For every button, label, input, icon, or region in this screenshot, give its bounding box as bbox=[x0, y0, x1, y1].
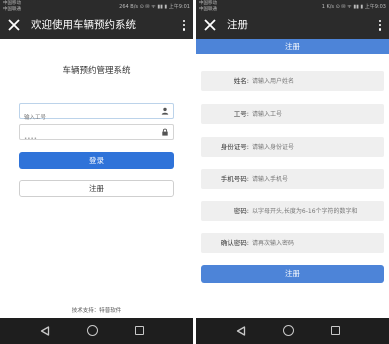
more-vertical-icon[interactable] bbox=[377, 18, 383, 34]
close-icon[interactable] bbox=[6, 17, 22, 33]
close-icon[interactable] bbox=[202, 17, 218, 33]
phone-field-row: 手机号码: bbox=[201, 169, 384, 189]
lock-icon bbox=[162, 128, 168, 136]
carrier-line-1: 中国移动 bbox=[3, 1, 21, 6]
more-vertical-icon[interactable] bbox=[181, 18, 187, 34]
status-indicators: 264 B/s ⊙ ✉ ᯤ ▮▮ ▮ 上午9:01 bbox=[119, 4, 190, 10]
carrier-info: 中国移动 中国联通 bbox=[3, 1, 21, 12]
navigation-bar bbox=[0, 318, 193, 344]
phone-label: 手机号码: bbox=[220, 175, 249, 183]
recent-square-icon[interactable] bbox=[135, 326, 144, 335]
password-label: 密码: bbox=[233, 207, 249, 215]
username-field bbox=[19, 103, 174, 125]
status-indicators: 1 K/s ⊙ ✉ ᯤ ▮▮ ▮ 上午9:03 bbox=[321, 4, 386, 10]
app-title: 车辆预约管理系统 bbox=[62, 66, 131, 76]
password-input[interactable] bbox=[252, 204, 383, 218]
submit-register-button[interactable]: 注册 bbox=[201, 265, 384, 283]
confirm-password-field-row: 确认密码: bbox=[201, 233, 384, 253]
id-card-label: 身份证号: bbox=[220, 143, 249, 151]
register-screen: 中国移动 中国联通 1 K/s ⊙ ✉ ᯤ ▮▮ ▮ 上午9:03 注册 注册 … bbox=[196, 0, 389, 344]
username-input[interactable] bbox=[20, 111, 140, 125]
support-text: 技术支持：特普软件 bbox=[71, 308, 122, 314]
carrier-line-1: 中国移动 bbox=[199, 1, 217, 6]
recent-square-icon[interactable] bbox=[331, 326, 340, 335]
status-bar: 中国移动 中国联通 264 B/s ⊙ ✉ ᯤ ▮▮ ▮ 上午9:01 bbox=[0, 0, 193, 13]
password-input[interactable] bbox=[20, 132, 140, 146]
carrier-line-2: 中国联通 bbox=[3, 6, 21, 12]
confirm-password-input[interactable] bbox=[252, 236, 383, 250]
carrier-info: 中国移动 中国联通 bbox=[199, 1, 217, 12]
name-input[interactable] bbox=[252, 74, 383, 88]
back-triangle-icon[interactable] bbox=[40, 326, 50, 336]
confirm-password-label: 确认密码: bbox=[220, 239, 249, 247]
toolbar: 欢迎使用车辆预约系统 bbox=[0, 13, 193, 39]
toolbar-title: 欢迎使用车辆预约系统 bbox=[31, 19, 136, 31]
navigation-bar bbox=[196, 318, 389, 344]
register-button[interactable]: 注册 bbox=[19, 180, 174, 197]
name-field-row: 姓名: bbox=[201, 71, 384, 91]
employee-id-field-row: 工号: bbox=[201, 104, 384, 124]
password-field-row: 密码: bbox=[201, 201, 384, 221]
register-header: 注册 bbox=[196, 39, 389, 54]
home-circle-icon[interactable] bbox=[283, 325, 294, 336]
carrier-line-2: 中国联通 bbox=[199, 6, 217, 12]
id-card-input[interactable] bbox=[252, 140, 383, 154]
employee-id-input[interactable] bbox=[252, 107, 383, 121]
toolbar-title: 注册 bbox=[227, 19, 248, 31]
status-bar: 中国移动 中国联通 1 K/s ⊙ ✉ ᯤ ▮▮ ▮ 上午9:03 bbox=[196, 0, 389, 13]
employee-id-label: 工号: bbox=[233, 110, 249, 118]
password-field bbox=[19, 124, 174, 146]
home-circle-icon[interactable] bbox=[87, 325, 98, 336]
login-button[interactable]: 登录 bbox=[19, 152, 174, 169]
toolbar: 注册 bbox=[196, 13, 389, 39]
name-label: 姓名: bbox=[233, 77, 249, 85]
phone-input[interactable] bbox=[252, 172, 383, 186]
back-triangle-icon[interactable] bbox=[236, 326, 246, 336]
login-screen: 中国移动 中国联通 264 B/s ⊙ ✉ ᯤ ▮▮ ▮ 上午9:01 欢迎使用… bbox=[0, 0, 193, 344]
user-icon bbox=[161, 107, 169, 115]
id-card-field-row: 身份证号: bbox=[201, 137, 384, 157]
